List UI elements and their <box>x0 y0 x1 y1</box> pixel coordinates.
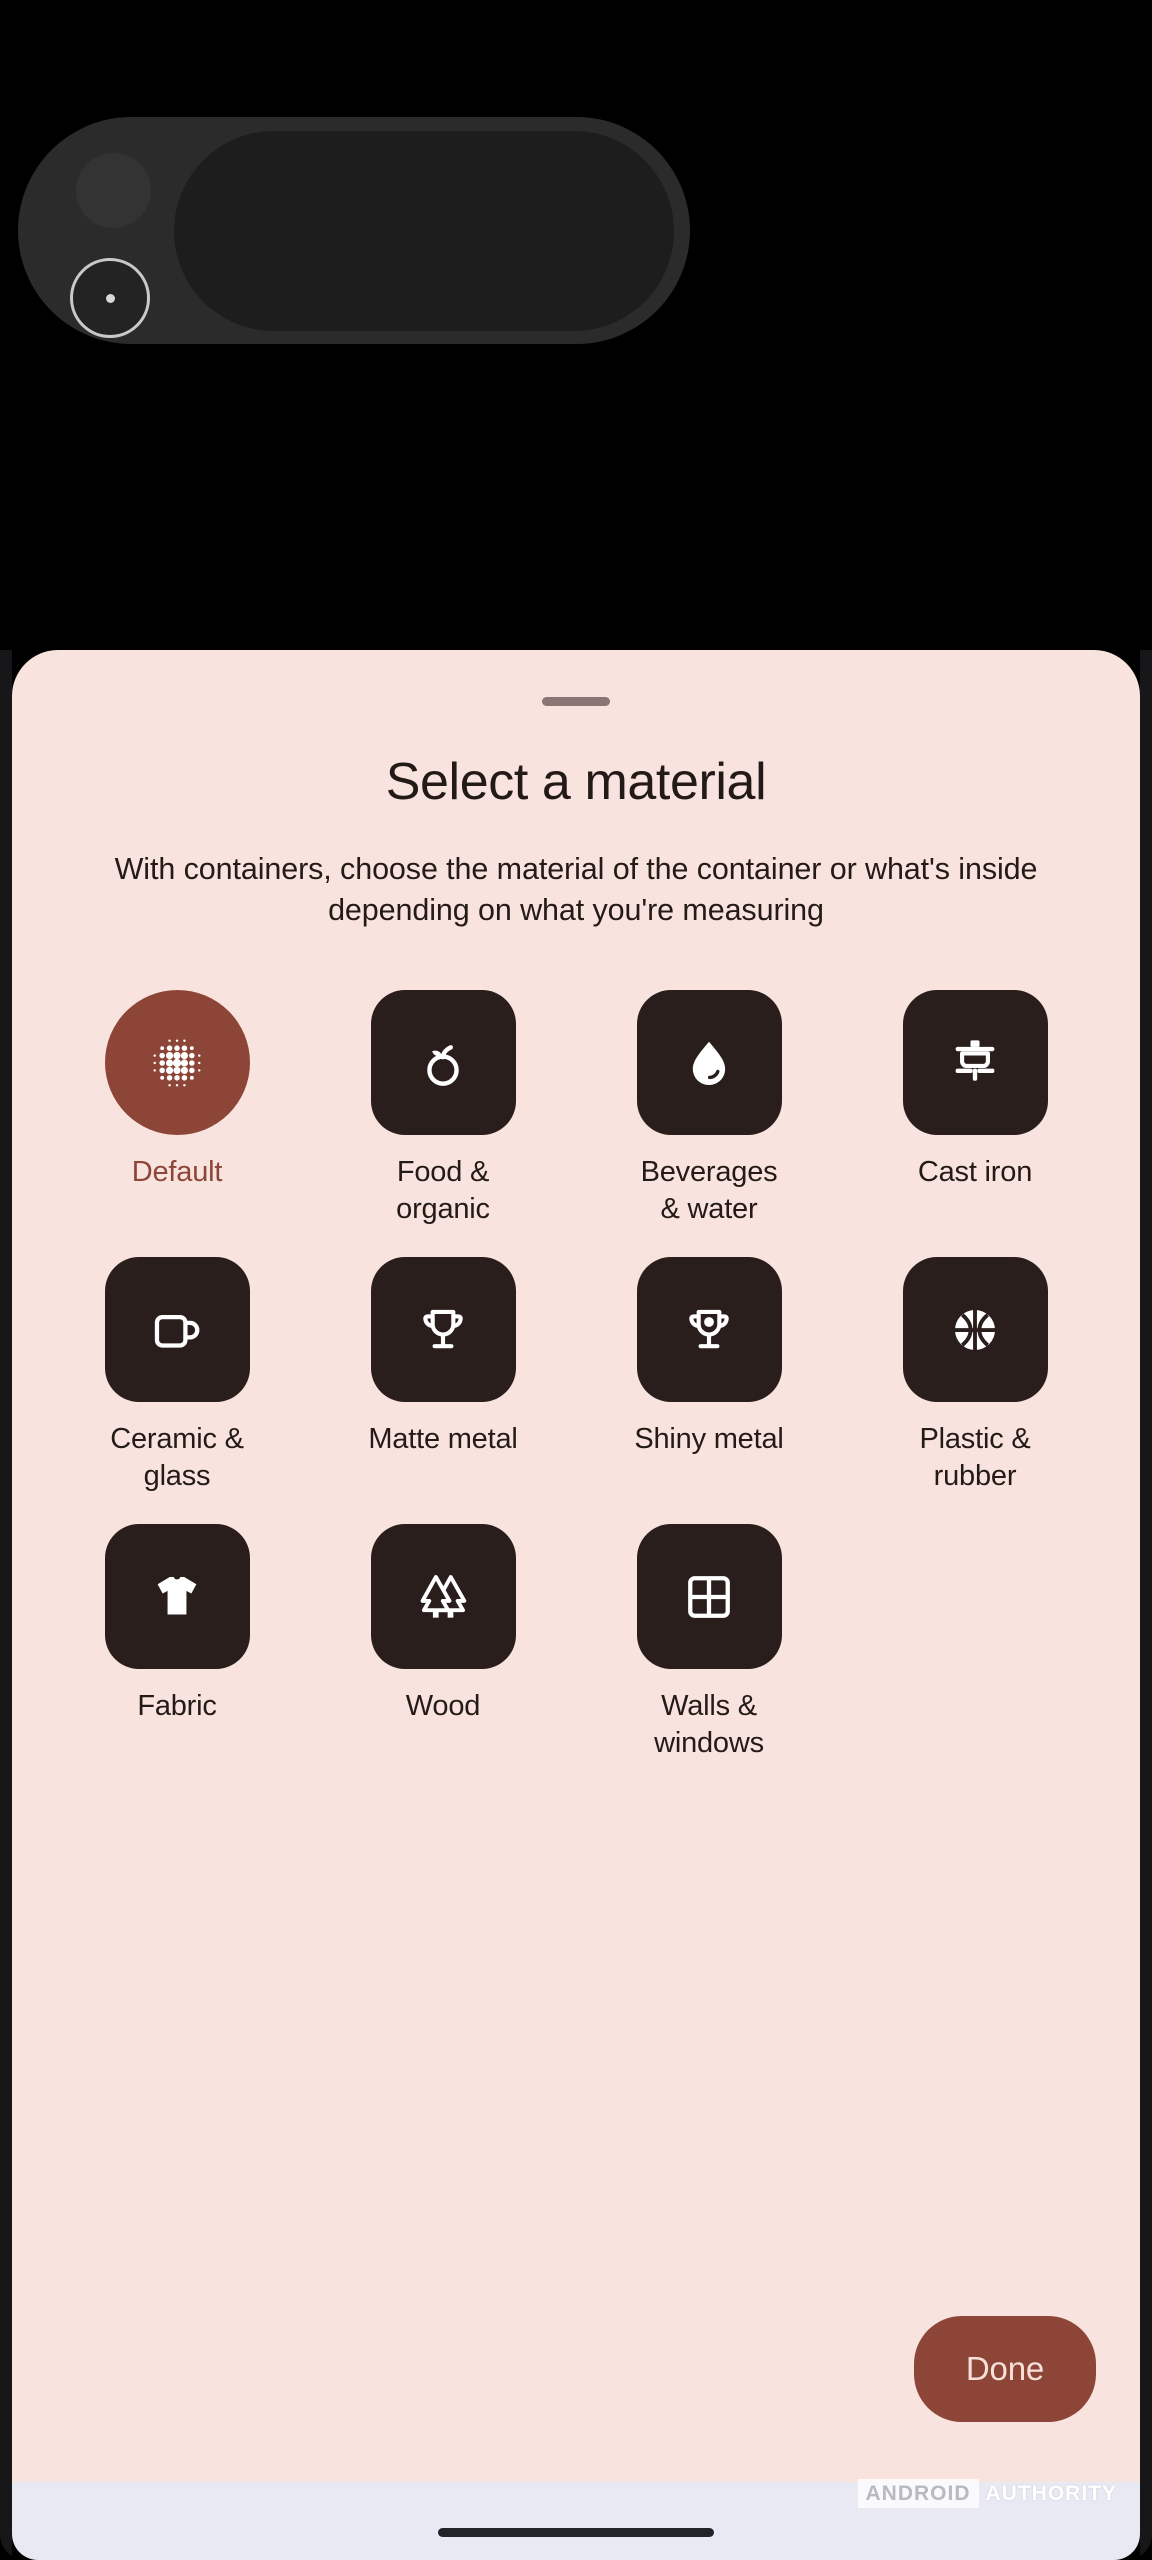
material-label: Fabric <box>137 1690 217 1723</box>
material-label: Walls & windows <box>654 1690 764 1759</box>
material-label: Shiny metal <box>634 1423 784 1456</box>
lens-secondary-icon <box>76 153 151 228</box>
material-option-shiny-metal[interactable]: Shiny metal <box>584 1257 834 1494</box>
trophy-icon <box>370 1257 516 1403</box>
tshirt-icon <box>104 1524 250 1670</box>
camera-module <box>18 117 690 344</box>
watermark-authority: AUTHORITY <box>985 2481 1117 2505</box>
pine-trees-icon <box>370 1524 516 1670</box>
window-grid-icon <box>636 1524 782 1670</box>
mug-icon <box>104 1257 250 1403</box>
material-grid: Default Food & organic Beverages & water Ca… <box>52 990 1100 1761</box>
page-title: Select a material <box>385 753 767 811</box>
material-label: Food & organic <box>396 1156 490 1225</box>
material-label: Wood <box>405 1690 481 1723</box>
trophy-shine-icon <box>636 1257 782 1403</box>
material-option-food-organic[interactable]: Food & organic <box>318 990 568 1227</box>
material-label: Matte metal <box>368 1423 518 1456</box>
material-option-cast-iron[interactable]: Cast iron <box>850 990 1100 1227</box>
lens-primary-icon <box>70 258 150 338</box>
skillet-icon <box>902 990 1048 1136</box>
material-option-wood[interactable]: Wood <box>318 1524 568 1761</box>
done-button[interactable]: Done <box>913 2316 1096 2422</box>
material-label: Ceramic & glass <box>110 1423 244 1492</box>
done-button-container: Done <box>913 2316 1096 2422</box>
material-option-ceramic-glass[interactable]: Ceramic & glass <box>52 1257 302 1494</box>
material-label: Plastic & rubber <box>919 1423 1031 1492</box>
material-label: Cast iron <box>917 1156 1033 1189</box>
sheet-drag-handle[interactable] <box>542 697 610 706</box>
lens-center-dot-icon <box>105 293 115 303</box>
watermark: ANDROID AUTHORITY <box>857 2479 1118 2508</box>
material-option-walls-windows[interactable]: Walls & windows <box>584 1524 834 1761</box>
material-option-default[interactable]: Default <box>52 990 302 1227</box>
sheet-description: With containers, choose the material of … <box>114 852 1038 927</box>
camera-window <box>174 131 674 331</box>
material-option-beverages-water[interactable]: Beverages & water <box>584 990 834 1227</box>
water-drop-icon <box>636 990 782 1136</box>
material-label: Beverages & water <box>640 1156 778 1225</box>
material-label: Default <box>131 1156 223 1189</box>
material-option-plastic-rubber[interactable]: Plastic & rubber <box>850 1257 1100 1494</box>
material-option-fabric[interactable]: Fabric <box>52 1524 302 1761</box>
material-option-matte-metal[interactable]: Matte metal <box>318 1257 568 1494</box>
basketball-icon <box>902 1257 1048 1403</box>
phone-frame: Select a material With containers, choos… <box>0 0 1152 2560</box>
watermark-android: ANDROID <box>857 2479 979 2508</box>
apple-icon <box>370 990 516 1136</box>
material-bottom-sheet: Select a material With containers, choos… <box>12 650 1140 2482</box>
dot-grid-icon <box>104 990 250 1136</box>
home-gesture-pill[interactable] <box>438 2527 714 2537</box>
camera-viewfinder[interactable] <box>0 0 1152 650</box>
